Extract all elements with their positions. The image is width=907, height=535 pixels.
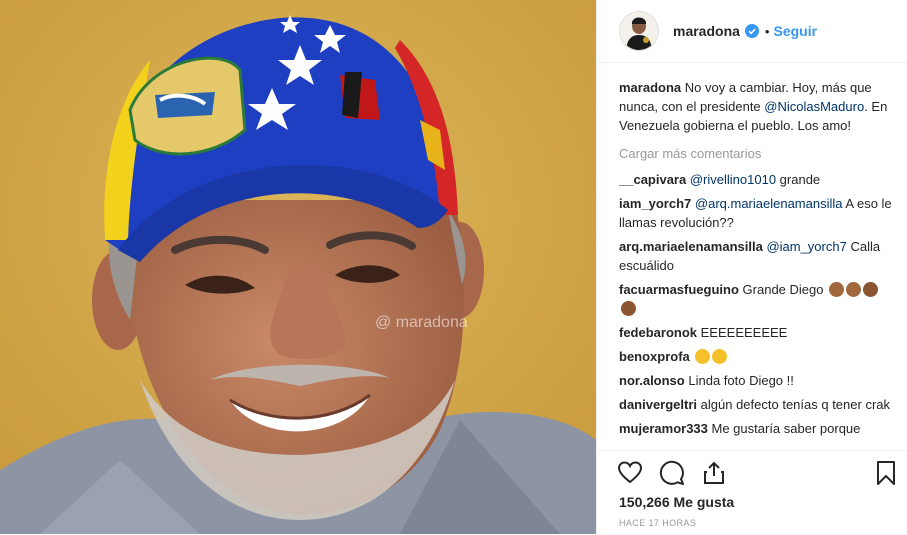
comment-mention[interactable]: @rivellino1010 [690,172,776,187]
comment-text: algún defecto tenías q tener crak [700,397,891,412]
comment-item: nor.alonso Linda foto Diego !! [619,371,895,390]
post-timestamp[interactable]: HACE 17 HORAS [619,518,696,528]
comment-username[interactable]: arq.mariaelenamansilla [619,239,763,254]
sad-face-emoji-icon [695,349,711,364]
comment-username[interactable]: danivergeltri [619,397,697,412]
flexed-biceps-emoji-icon [829,282,845,297]
comment-username[interactable]: mujeramor333 [619,421,708,436]
instagram-post: @ maradona maradona • Seguir maradona No… [0,0,907,534]
comment-item: fedebaronok EEEEEEEEEE [619,323,895,342]
caption-username[interactable]: maradona [619,80,681,95]
header-username[interactable]: maradona [673,23,740,39]
separator-dot: • [764,23,770,39]
comment-item: arq.mariaelenamansilla @iam_yorch7 Calla… [619,237,895,275]
comment-text: Grande Diego [742,282,824,297]
heart-icon[interactable] [617,460,643,486]
comment-text: Linda foto Diego !! [688,373,794,388]
comment-username[interactable]: benoxprofa [619,349,690,364]
flexed-biceps-emoji-icon [846,282,862,297]
raised-fist-emoji-icon [621,301,636,316]
comment-mention[interactable]: @arq.mariaelenamansilla [695,196,843,211]
comment-text: grande [776,172,821,187]
caption-mention[interactable]: @NicolasMaduro [764,99,864,114]
post-actions: 150,266 Me gusta HACE 17 HORAS [597,450,907,535]
comment-mention[interactable]: @iam_yorch7 [766,239,846,254]
watermark: @ maradona [375,314,468,331]
avatar-image [620,12,658,50]
comment-item: mujeramor333 Me gustaría saber porque [619,419,895,438]
comment-text: Me gustaría saber porque [711,421,861,436]
action-icons [617,460,727,486]
avatar[interactable] [619,11,659,51]
comment-icon[interactable] [659,460,685,486]
likes-count[interactable]: 150,266 Me gusta [619,494,734,510]
verified-badge-icon [744,24,759,38]
post-photo[interactable]: @ maradona [0,0,596,534]
maradona-portrait-image: @ maradona [0,0,596,534]
comment-item: facuarmasfueguino Grande Diego [619,280,895,318]
follow-button[interactable]: Seguir [773,23,817,39]
comment-username[interactable]: __capivara [619,172,686,187]
load-more-comments-link[interactable]: Cargar más comentarios [619,144,895,163]
comment-item: danivergeltri algún defecto tenías q ten… [619,395,895,414]
bookmark-icon[interactable] [873,460,899,486]
raised-fist-emoji-icon [863,282,879,297]
comment-item: __capivara @rivellino1010 grande [619,170,895,189]
comment-text: EEEEEEEEEE [700,325,788,340]
post-caption: maradona No voy a cambiar. Hoy, más que … [619,78,895,135]
comment-username[interactable]: facuarmasfueguino [619,282,739,297]
post-header: maradona • Seguir [597,0,907,63]
share-icon[interactable] [701,460,727,486]
comment-username[interactable]: iam_yorch7 [619,196,691,211]
comment-username[interactable]: fedebaronok [619,325,697,340]
post-side-panel: maradona • Seguir maradona No voy a camb… [596,0,907,534]
comment-username[interactable]: nor.alonso [619,373,685,388]
sad-face-emoji-icon [712,349,728,364]
comment-item: iam_yorch7 @arq.mariaelenamansilla A eso… [619,194,895,232]
comment-item: benoxprofa [619,347,895,366]
comments-list: maradona No voy a cambiar. Hoy, más que … [619,78,895,450]
